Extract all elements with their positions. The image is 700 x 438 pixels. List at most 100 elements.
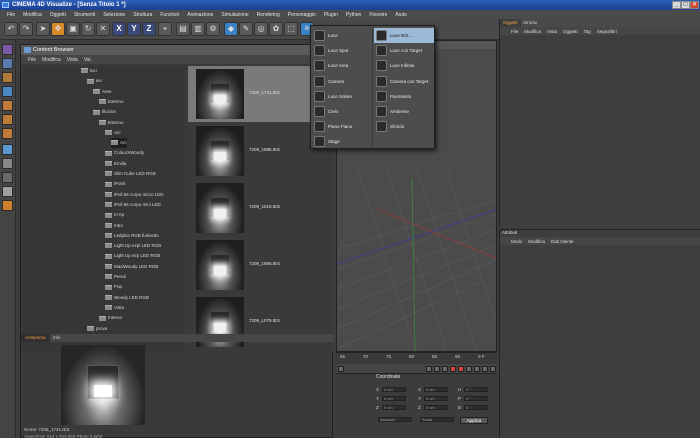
tree-folder[interactable]: iPoli 65 corpo mini LED: [105, 200, 161, 210]
y-axis-button[interactable]: Y: [127, 22, 141, 36]
menu-personaggio[interactable]: Personaggio: [284, 12, 320, 18]
model-mode-icon[interactable]: [2, 58, 13, 69]
tree-folder[interactable]: Esterno: [99, 97, 124, 107]
cb-menu-vista[interactable]: Vista: [64, 57, 81, 63]
keyframe-icon[interactable]: [466, 366, 472, 372]
light-menu-item[interactable]: Cielo: [312, 104, 370, 119]
menu-python[interactable]: Python: [342, 12, 366, 18]
objects-menu-tag[interactable]: Tag: [580, 29, 593, 34]
maximize-icon[interactable]: □: [681, 1, 690, 9]
menu-strumenti[interactable]: Strumenti: [70, 12, 99, 18]
rotation-field[interactable]: 0 °: [464, 405, 488, 410]
light-menu-item[interactable]: Luce con Target: [374, 43, 434, 58]
tree-folder[interactable]: MaxiWoody LED RGB: [105, 262, 158, 272]
rotate-tool-icon[interactable]: ↻: [81, 22, 95, 36]
recent-tool-icon[interactable]: ✕: [96, 22, 110, 36]
goto-end-icon[interactable]: [442, 366, 448, 372]
light-menu-item[interactable]: Luce Area: [312, 58, 370, 73]
menu-file[interactable]: File: [3, 12, 19, 18]
tab-objects[interactable]: Oggetti: [500, 19, 521, 27]
tab-structure[interactable]: Struttur: [520, 19, 541, 27]
tree-folder[interactable]: Ledplus RGB fuitivetto: [105, 231, 159, 241]
menu-finestre[interactable]: Finestre: [365, 12, 391, 18]
cb-menu-vai[interactable]: Vai: [81, 57, 94, 63]
move-tool-icon[interactable]: ✥: [51, 22, 65, 36]
light-menu-item[interactable]: Luce Spot: [312, 43, 370, 58]
light-menu-item[interactable]: Stage: [312, 134, 370, 149]
objects-menu-segnalibri[interactable]: Segnalibri: [594, 29, 620, 34]
light-menu-item[interactable]: Camera con Target: [374, 74, 434, 89]
light-menu-item[interactable]: Piano Piano: [312, 119, 370, 134]
position-field[interactable]: 0 cm: [382, 396, 406, 401]
attributes-menu-modifica[interactable]: Modifica: [525, 239, 548, 244]
position-key-icon[interactable]: [474, 366, 480, 372]
tree-folder[interactable]: ies: [87, 76, 102, 86]
light-menu-item[interactable]: Luce: [312, 28, 370, 43]
objects-menu-file[interactable]: File: [508, 29, 521, 34]
tree-folder[interactable]: Illuzion: [93, 107, 116, 117]
menu-oggetti[interactable]: Oggetti: [46, 12, 70, 18]
make-editable-icon[interactable]: [2, 44, 13, 55]
menu-rendering[interactable]: Rendering: [253, 12, 284, 18]
sculpt-mode-icon[interactable]: [2, 200, 13, 211]
tree-folder[interactable]: Light Up ezpl LED RGB: [105, 241, 161, 251]
light-menu-item[interactable]: Luce Solare: [312, 89, 370, 104]
tree-folder[interactable]: Pencil: [105, 272, 126, 282]
render-picture-viewer-icon[interactable]: ▥: [191, 22, 205, 36]
workplane-mode-icon[interactable]: [2, 86, 13, 97]
light-menu-item[interactable]: Camera: [312, 74, 370, 89]
objects-menu-modifica[interactable]: Modifica: [521, 29, 544, 34]
axis-mode-icon[interactable]: [2, 144, 13, 155]
texture-mode-icon[interactable]: [2, 72, 13, 83]
size-field[interactable]: 0 cm: [424, 387, 448, 392]
attributes-menu-dati-utente[interactable]: Dati Utente: [548, 239, 577, 244]
select-arrow-icon[interactable]: ➤: [36, 22, 50, 36]
tree-folder[interactable]: Woody LED RGB: [105, 293, 149, 303]
tab-preview[interactable]: Anteprima: [21, 334, 50, 342]
tree-folder[interactable]: Slim Cube LED RGB: [105, 169, 156, 179]
rotation-field[interactable]: 0 °: [464, 387, 488, 392]
cb-menu-file[interactable]: File: [25, 57, 39, 63]
file-item[interactable]: 7209_1616.IES: [188, 180, 333, 236]
tweak-mode-icon[interactable]: [2, 158, 13, 169]
array-icon[interactable]: ✿: [269, 22, 283, 36]
render-view-icon[interactable]: ▤: [176, 22, 190, 36]
menu-selezione[interactable]: Selezione: [99, 12, 129, 18]
cb-menu-modifica[interactable]: Modifica: [39, 57, 64, 63]
tree-folder[interactable]: Light Up ezp LED RGB: [105, 251, 160, 261]
coordinate-system-icon[interactable]: ⌖: [158, 22, 172, 36]
menu-plugin[interactable]: Plugin: [320, 12, 342, 18]
tree-folder[interactable]: Arc: [111, 138, 127, 149]
nurbs-icon[interactable]: ◎: [254, 22, 268, 36]
pen-spline-icon[interactable]: ✎: [239, 22, 253, 36]
minimize-icon[interactable]: _: [672, 1, 681, 9]
menu-struttura[interactable]: Struttura: [129, 12, 156, 18]
size-mode-select[interactable]: Scala: [420, 417, 454, 422]
autokey-icon[interactable]: [458, 366, 464, 372]
goto-start-icon[interactable]: [338, 366, 344, 372]
menu-simulazione[interactable]: Simulazione: [217, 12, 252, 18]
scale-key-icon[interactable]: [482, 366, 488, 372]
record-icon[interactable]: [450, 366, 456, 372]
tree-folder[interactable]: In'Ap: [105, 210, 124, 220]
rotation-key-icon[interactable]: [490, 366, 496, 372]
close-icon[interactable]: ×: [690, 1, 699, 9]
menu-funzioni[interactable]: Funzioni: [156, 12, 183, 18]
z-axis-button[interactable]: Z: [142, 22, 156, 36]
light-menu-item[interactable]: Luce Infinita: [374, 58, 434, 73]
menu-aiuto[interactable]: Aiuto: [391, 12, 410, 18]
tree-folder[interactable]: prova: [87, 324, 107, 334]
light-menu-item[interactable]: Ambiente: [374, 104, 434, 119]
play-backward-icon[interactable]: [426, 366, 432, 372]
tree-folder[interactable]: Volta: [105, 303, 124, 313]
tree-folder[interactable]: Arc: [105, 128, 121, 138]
light-menu-item[interactable]: Luce IES...: [374, 28, 434, 43]
render-settings-icon[interactable]: ⚙: [206, 22, 220, 36]
size-field[interactable]: 0 cm: [424, 405, 448, 410]
tree-folder[interactable]: Pop: [105, 282, 122, 292]
light-menu-item[interactable]: Sfondo: [374, 119, 434, 134]
tree-folder[interactable]: iPoint: [105, 179, 125, 189]
menu-modifica[interactable]: Modifica: [19, 12, 46, 18]
grid-snap-icon[interactable]: [2, 186, 13, 197]
tree-folder[interactable]: Intro: [105, 221, 123, 231]
